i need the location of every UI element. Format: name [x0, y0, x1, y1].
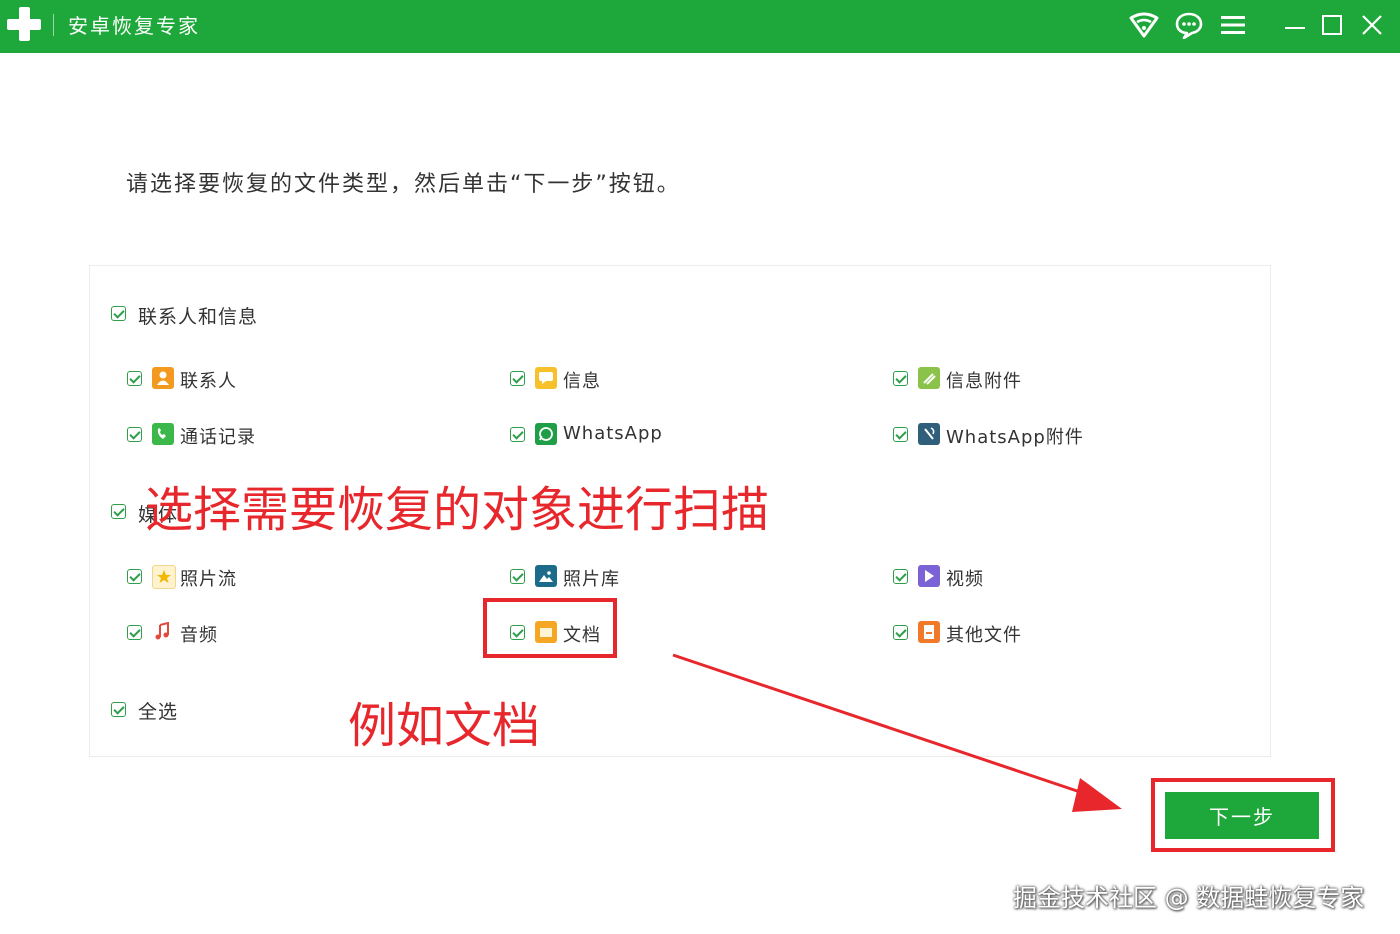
next-button[interactable]: 下一步 — [1165, 792, 1319, 839]
watermark-text: 掘金技术社区 @ 数据蛙恢复专家 — [1013, 884, 1365, 912]
